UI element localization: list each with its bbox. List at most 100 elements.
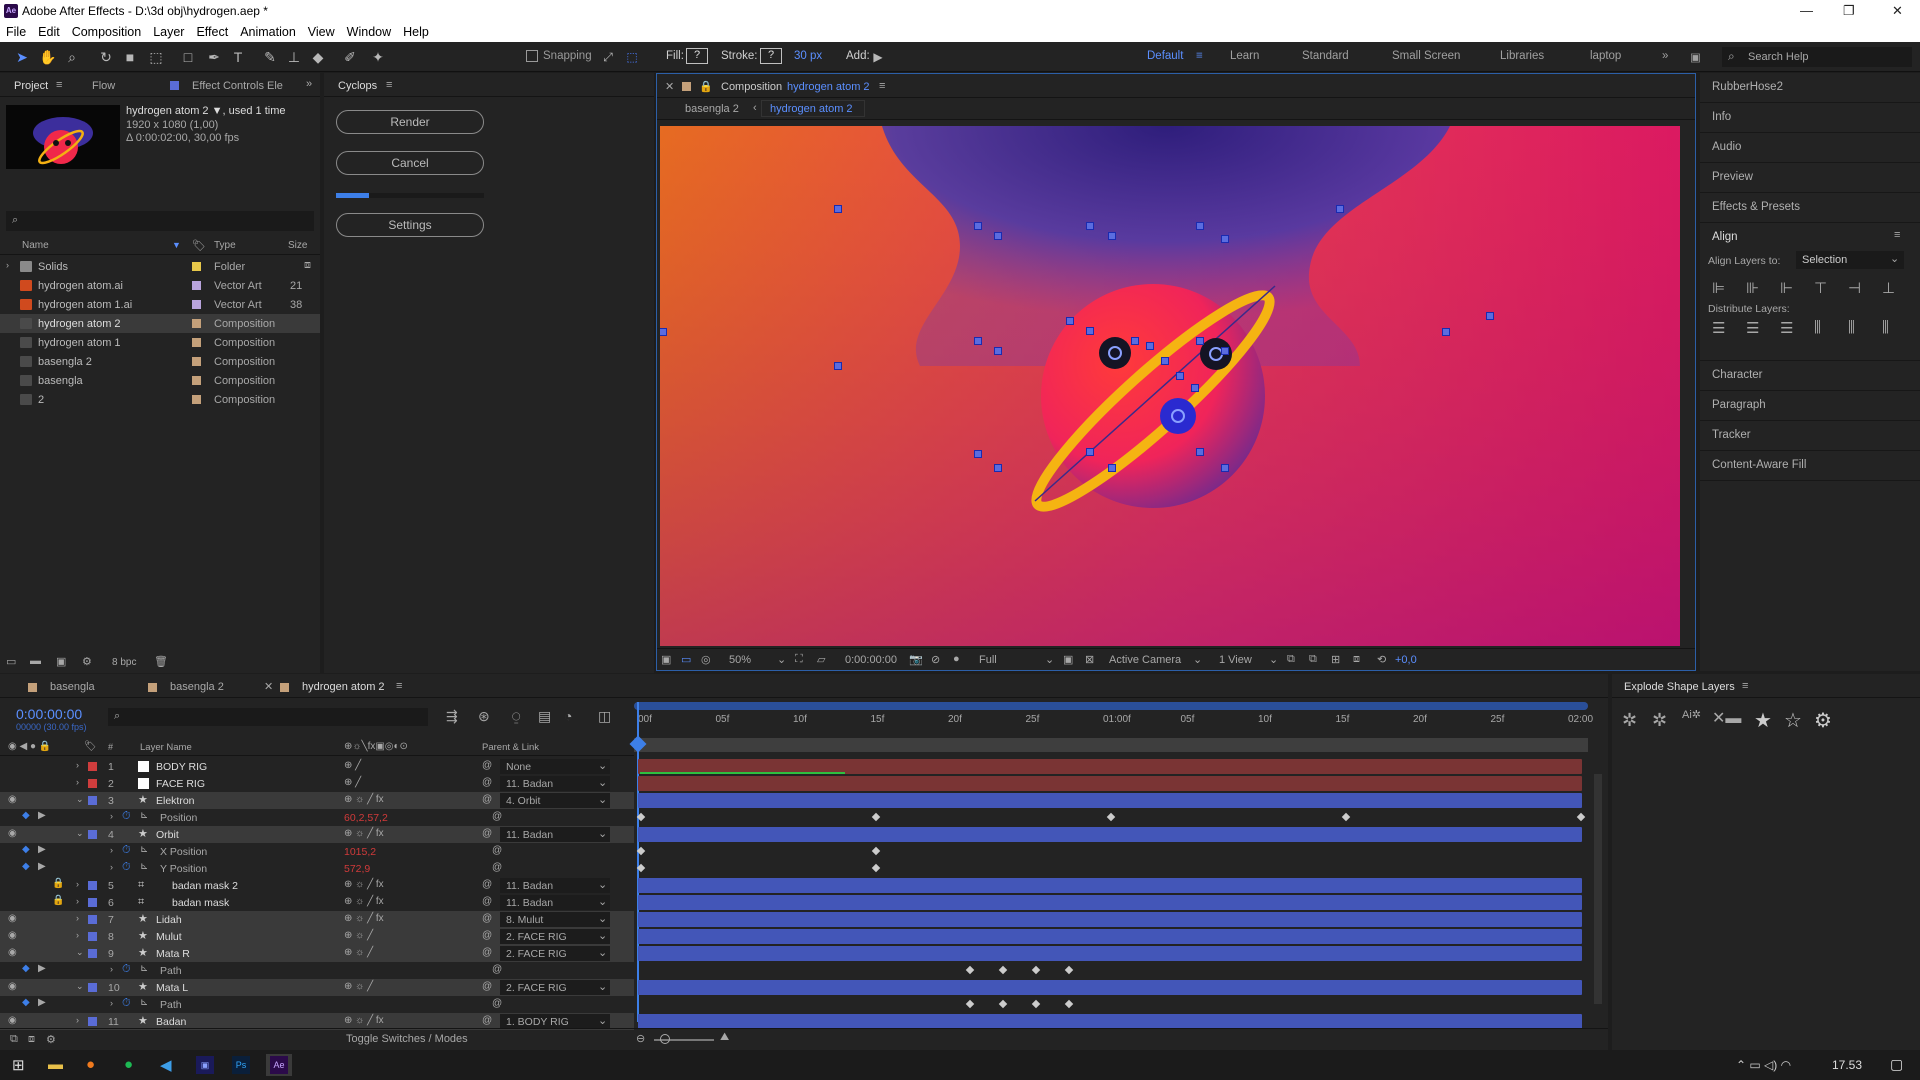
timeline-property-row[interactable]: ◆ ▶ › ⏱ ⊾ Y Position 572,9 @ xyxy=(0,860,1608,877)
visibility-eye-icon[interactable]: ◉ xyxy=(8,913,17,924)
transform-handle[interactable] xyxy=(1221,347,1229,355)
project-item[interactable]: 2 Composition xyxy=(0,390,320,409)
parent-dropdown[interactable]: 11. Badan ⌄ xyxy=(500,895,610,910)
keyframe-icon[interactable] xyxy=(636,846,646,856)
hand-tool-icon[interactable]: ✋ xyxy=(38,48,58,66)
pickwhip-icon[interactable]: @ xyxy=(482,930,492,941)
transform-handle[interactable] xyxy=(1176,372,1184,380)
stopwatch-icon[interactable]: ⏱ xyxy=(122,844,131,857)
rectangle-tool-icon[interactable]: □ xyxy=(178,48,198,66)
puppet-tool-icon[interactable]: ✦ xyxy=(368,48,388,66)
render-time-icon[interactable]: ⧉ xyxy=(10,1033,18,1046)
stopwatch-icon[interactable]: ⏱ xyxy=(122,997,131,1010)
add-shape-icon[interactable]: ▶ xyxy=(868,48,888,66)
time-ruler[interactable]: 00f 05f 10f 15f 20f 25f 01:00f 05f 10f 15f 20f 25f 0… xyxy=(634,702,1593,756)
layer-switches-icons[interactable]: ⊕ ☼ ╱ fx xyxy=(344,879,384,890)
layer-label-color[interactable] xyxy=(88,796,97,805)
chevron-right-icon[interactable]: › xyxy=(76,760,79,770)
keyframe-nav-icon[interactable]: ◆ xyxy=(22,844,30,855)
layer-duration-bar[interactable] xyxy=(638,878,1582,893)
explode-ai-icon[interactable]: Ai✲ xyxy=(1682,708,1701,721)
panel-menu-icon[interactable]: ≡ xyxy=(879,80,885,92)
timeline-search-input[interactable]: ⌕ xyxy=(108,708,428,726)
workspace-default[interactable]: Default xyxy=(1147,50,1183,62)
transform-handle[interactable] xyxy=(1086,448,1094,456)
render-button[interactable]: Render xyxy=(336,110,484,134)
col-parent-link[interactable]: Parent & Link xyxy=(482,742,539,753)
menu-window[interactable]: Window xyxy=(341,22,397,39)
distribute-left-icon[interactable]: ⫼ xyxy=(1814,319,1821,336)
pickwhip-icon[interactable]: @ xyxy=(482,777,492,788)
transform-handle[interactable] xyxy=(1086,327,1094,335)
panel-menu-icon[interactable]: ≡ xyxy=(396,680,402,692)
crumb-hydrogen-atom-2[interactable]: hydrogen atom 2 xyxy=(761,100,865,117)
pan-behind-tool-icon[interactable]: ⬚ xyxy=(146,48,166,66)
zoom-in-icon[interactable]: ⛰ xyxy=(720,1031,729,1044)
transform-handle[interactable] xyxy=(1131,337,1139,345)
layer-switches-icons[interactable]: ⊕ ☼ ╱ fx xyxy=(344,794,384,805)
keyframe-icon[interactable] xyxy=(1106,812,1116,822)
visibility-eye-icon[interactable]: ◉ xyxy=(8,947,17,958)
camera-tool-icon[interactable]: ■ xyxy=(120,48,140,66)
panel-info[interactable]: Info xyxy=(1700,103,1920,133)
interpret-footage-icon[interactable]: ▭ xyxy=(6,655,16,668)
pickwhip-icon[interactable]: @ xyxy=(482,896,492,907)
col-size[interactable]: Size xyxy=(288,240,307,251)
visibility-eye-icon[interactable]: ◉ xyxy=(8,828,17,839)
keyframe-icon[interactable] xyxy=(871,846,881,856)
chevron-right-icon[interactable]: › xyxy=(110,862,113,872)
snapping-checkbox[interactable] xyxy=(526,50,538,62)
timeline-property-row[interactable]: ◆ ▶ › ⏱ ⊾ Path @ xyxy=(0,996,1608,1013)
premiere-icon[interactable]: ▣ xyxy=(196,1056,214,1074)
layer-label-color[interactable] xyxy=(88,830,97,839)
pickwhip-icon[interactable]: @ xyxy=(482,760,492,771)
parent-dropdown[interactable]: 2. FACE RIG ⌄ xyxy=(500,929,610,944)
chevron-right-icon[interactable]: › xyxy=(76,913,79,923)
flowchart-icon[interactable]: ⧈ xyxy=(304,259,311,272)
bpc-label[interactable]: 8 bpc xyxy=(112,657,136,668)
layer-duration-bar[interactable] xyxy=(638,895,1582,910)
settings-gear-icon[interactable]: ⚙ xyxy=(1814,708,1832,733)
parent-dropdown[interactable]: 1. BODY RIG ⌄ xyxy=(500,1014,610,1029)
photoshop-icon[interactable]: Ps xyxy=(232,1056,250,1074)
project-item[interactable]: hydrogen atom.ai Vector Art 21 xyxy=(0,276,320,295)
workspace-overflow-icon[interactable]: » xyxy=(1662,50,1668,62)
distribute-hcenter-icon[interactable]: ⫼ xyxy=(1848,319,1855,336)
show-snapshot-icon[interactable]: ⊘ xyxy=(931,653,940,666)
transform-handle[interactable] xyxy=(974,450,982,458)
menu-help[interactable]: Help xyxy=(397,22,435,39)
new-folder-icon[interactable]: ▬ xyxy=(30,655,41,667)
layer-label-color[interactable] xyxy=(88,898,97,907)
next-keyframe-icon[interactable]: ▶ xyxy=(38,861,46,872)
crumb-basengla-2[interactable]: basengla 2 xyxy=(685,103,739,115)
layer-label-color[interactable] xyxy=(88,932,97,941)
after-effects-taskbar-item[interactable]: Ae xyxy=(266,1054,292,1076)
timeline-layer-row[interactable]: 🔒 › 6 ⌗ badan mask ⊕ ☼ ╱ fx @11. Badan ⌄ xyxy=(0,894,1608,911)
timeline-property-row[interactable]: ◆ ▶ › ⏱ ⊾ Position 60,2,57,2 @ xyxy=(0,809,1608,826)
layer-switches-icons[interactable]: ⊕ ☼ ╱ xyxy=(344,930,373,941)
camera-dropdown[interactable]: Active Camera xyxy=(1109,654,1181,666)
pickwhip-icon[interactable]: @ xyxy=(492,998,502,1009)
reset-exposure-icon[interactable]: ⟲ xyxy=(1377,653,1386,666)
tab-project[interactable]: Project xyxy=(14,80,48,92)
pickwhip-icon[interactable]: @ xyxy=(482,913,492,924)
transform-handle[interactable] xyxy=(1108,232,1116,240)
align-to-dropdown[interactable]: Selection ⌄ xyxy=(1796,251,1904,269)
transform-handle[interactable] xyxy=(994,232,1002,240)
workspace-libraries[interactable]: Libraries xyxy=(1500,50,1544,62)
new-composition-icon[interactable]: ▣ xyxy=(56,655,66,668)
transform-handle[interactable] xyxy=(1442,328,1450,336)
layer-duration-bar[interactable] xyxy=(638,912,1582,927)
menu-file[interactable]: File xyxy=(0,22,32,39)
close-tab-icon[interactable]: ✕ xyxy=(665,80,674,93)
align-top-icon[interactable]: ⊤ xyxy=(1814,279,1827,297)
tab-flow[interactable]: Flow xyxy=(92,80,115,92)
next-keyframe-icon[interactable]: ▶ xyxy=(38,844,46,855)
minimize-icon[interactable]: — xyxy=(1800,3,1813,18)
chevron-right-icon[interactable]: › xyxy=(110,964,113,974)
transform-handle[interactable] xyxy=(1336,205,1344,213)
align-right-icon[interactable]: ⊩ xyxy=(1780,279,1793,297)
workspace-menu-icon[interactable]: ≡ xyxy=(1196,50,1203,62)
visibility-eye-icon[interactable]: ◉ xyxy=(8,981,17,992)
transparency-grid-icon[interactable]: ⊠ xyxy=(1085,653,1094,666)
